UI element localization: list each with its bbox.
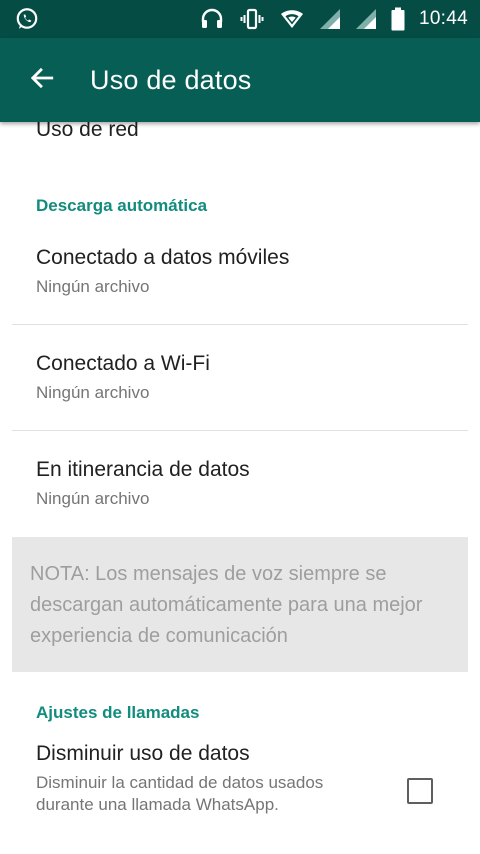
signal-icon xyxy=(319,8,341,30)
network-usage-item[interactable]: Uso de red xyxy=(36,122,139,142)
note-text: NOTA: Los mensajes de voz siempre se des… xyxy=(30,563,423,647)
pref-roaming[interactable]: En itinerancia de datos Ningún archivo xyxy=(0,458,480,509)
pref-title: En itinerancia de datos xyxy=(36,458,250,481)
voice-note-notice: NOTA: Los mensajes de voz siempre se des… xyxy=(12,537,468,672)
pref-mobile-data[interactable]: Conectado a datos móviles Ningún archivo xyxy=(0,246,480,297)
section-header-auto-download: Descarga automática xyxy=(36,196,208,215)
arrow-back-icon xyxy=(29,65,55,96)
section-header-call-settings: Ajustes de llamadas xyxy=(36,703,200,722)
headphones-icon xyxy=(199,7,225,31)
pref-summary: Ningún archivo xyxy=(36,489,150,508)
signal-icon-2 xyxy=(355,8,377,30)
pref-wifi[interactable]: Conectado a Wi-Fi Ningún archivo xyxy=(0,352,480,403)
back-button[interactable] xyxy=(0,38,84,122)
page-title: Uso de datos xyxy=(90,64,252,95)
wifi-icon xyxy=(279,7,305,31)
divider xyxy=(12,324,468,325)
pref-title: Conectado a datos móviles xyxy=(36,246,290,269)
low-data-usage-checkbox[interactable] xyxy=(407,778,433,804)
pref-title: Disminuir uso de datos xyxy=(36,742,250,765)
pref-summary: Ningún archivo xyxy=(36,277,150,296)
divider xyxy=(12,430,468,431)
status-bar: 10:44 xyxy=(0,0,480,38)
settings-list[interactable]: Uso de red Descarga automática Conectado… xyxy=(0,122,480,854)
pref-title: Conectado a Wi-Fi xyxy=(36,352,210,375)
pref-summary: Disminuir la cantidad de datos usados du… xyxy=(36,773,324,814)
battery-icon xyxy=(391,7,405,31)
whatsapp-notification-icon xyxy=(14,6,40,32)
status-time: 10:44 xyxy=(418,8,468,29)
pref-summary: Ningún archivo xyxy=(36,383,150,402)
vibrate-icon xyxy=(239,7,265,31)
app-bar: Uso de datos xyxy=(0,38,480,122)
